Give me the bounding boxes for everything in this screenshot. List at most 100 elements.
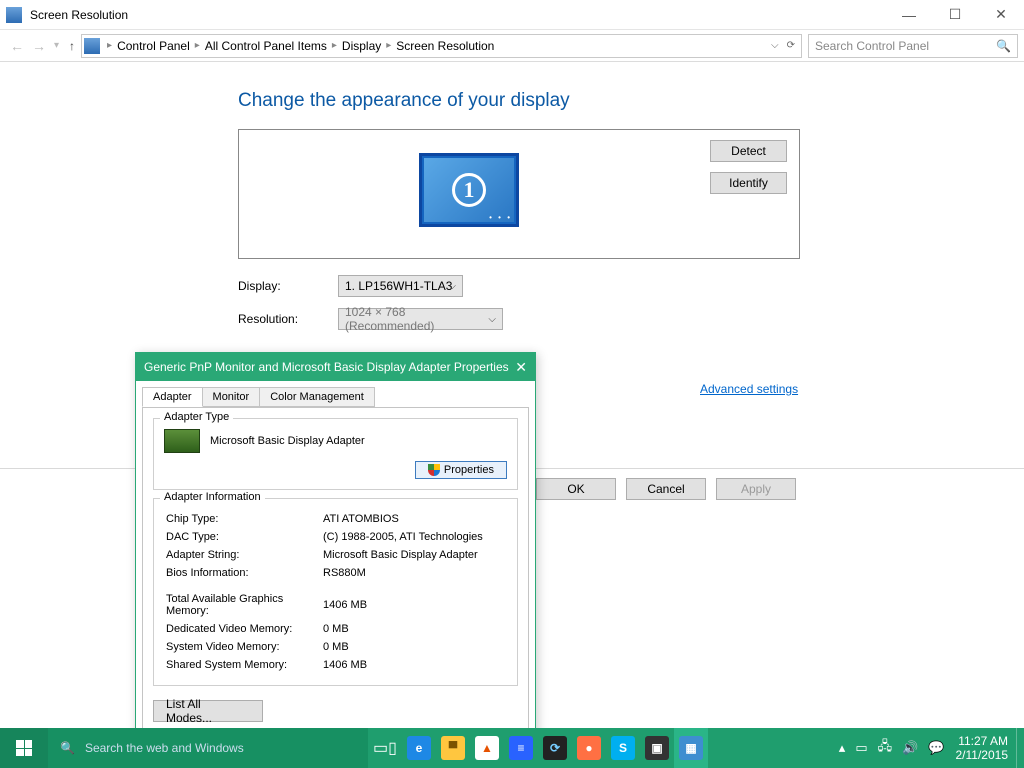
- properties-button[interactable]: Properties: [415, 461, 507, 479]
- adapter-info-group: Adapter Information Chip Type:ATI ATOMBI…: [153, 498, 518, 686]
- address-dropdown-icon[interactable]: ⌵: [771, 40, 779, 51]
- properties-label: Properties: [444, 464, 494, 476]
- dialog-close-button[interactable]: ✕: [515, 359, 527, 376]
- address-bar[interactable]: ▸ Control Panel ▸ All Control Panel Item…: [81, 34, 802, 58]
- ok-button[interactable]: OK: [536, 478, 616, 500]
- show-desktop-button[interactable]: [1016, 728, 1024, 768]
- skype-icon[interactable]: S: [606, 728, 640, 768]
- display-label: Display:: [238, 279, 338, 293]
- chevron-down-icon: ⌵: [488, 314, 496, 325]
- system-vid-value: 0 MB: [323, 639, 505, 655]
- taskbar-apps: ▭▯ e ▀ ▲ ≡ ⟳ ● S ▣ ▦: [368, 728, 708, 768]
- crumb-all-items[interactable]: All Control Panel Items: [203, 39, 329, 53]
- tab-adapter[interactable]: Adapter: [142, 387, 203, 407]
- action-center-icon[interactable]: 💬: [928, 740, 944, 756]
- app-icon: [6, 7, 22, 23]
- window-controls: — ☐ ✕: [886, 0, 1024, 30]
- clock-time: 11:27 AM: [956, 734, 1009, 748]
- windows-logo-icon: [16, 740, 32, 756]
- network-icon[interactable]: 🖧: [878, 737, 893, 759]
- taskbar: 🔍 Search the web and Windows ▭▯ e ▀ ▲ ≡ …: [0, 728, 1024, 768]
- nav-bar: ← → ▾ ↑ ▸ Control Panel ▸ All Control Pa…: [0, 30, 1024, 62]
- crumb-screen-resolution[interactable]: Screen Resolution: [394, 39, 496, 53]
- task-view-button[interactable]: ▭▯: [368, 728, 402, 768]
- start-button[interactable]: [0, 728, 48, 768]
- volume-icon[interactable]: 🔊: [902, 740, 918, 756]
- display-value: 1. LP156WH1-TLA3: [345, 279, 452, 293]
- crumb-control-panel[interactable]: Control Panel: [115, 39, 192, 53]
- resolution-value: 1024 × 768 (Recommended): [345, 305, 496, 333]
- chip-type-label: Chip Type:: [166, 511, 321, 527]
- detect-button[interactable]: Detect: [710, 140, 787, 162]
- ie-icon[interactable]: e: [402, 728, 436, 768]
- chevron-right-icon: ▸: [386, 40, 391, 51]
- chevron-right-icon: ▸: [332, 40, 337, 51]
- chevron-down-icon: ⌵: [448, 281, 456, 292]
- chevron-right-icon: ▸: [107, 40, 112, 51]
- dedicated-mem-value: 0 MB: [323, 621, 505, 637]
- resolution-row: Resolution: 1024 × 768 (Recommended) ⌵: [238, 308, 503, 330]
- adapter-info-legend: Adapter Information: [160, 491, 265, 503]
- list-all-modes-button[interactable]: List All Modes...: [153, 700, 263, 722]
- refresh-icon[interactable]: ⟳: [787, 40, 795, 51]
- recent-dropdown[interactable]: ▾: [54, 40, 59, 51]
- page-button-row: OK Cancel Apply: [536, 478, 796, 500]
- advanced-settings-link[interactable]: Advanced settings: [700, 382, 798, 396]
- identify-button[interactable]: Identify: [710, 172, 787, 194]
- bios-label: Bios Information:: [166, 565, 321, 581]
- window-title: Screen Resolution: [30, 8, 128, 22]
- taskbar-clock[interactable]: 11:27 AM 2/11/2015: [956, 734, 1009, 762]
- adapter-string-value: Microsoft Basic Display Adapter: [323, 547, 505, 563]
- file-explorer-icon[interactable]: ▀: [436, 728, 470, 768]
- control-panel-icon: [84, 38, 100, 54]
- dac-type-label: DAC Type:: [166, 529, 321, 545]
- page-heading: Change the appearance of your display: [238, 90, 1024, 112]
- display-select[interactable]: 1. LP156WH1-TLA3 ⌵: [338, 275, 463, 297]
- adapter-type-group: Adapter Type Microsoft Basic Display Ada…: [153, 418, 518, 490]
- crumb-display[interactable]: Display: [340, 39, 383, 53]
- adapter-type-legend: Adapter Type: [160, 411, 233, 423]
- vlc-icon[interactable]: ▲: [470, 728, 504, 768]
- up-button[interactable]: ↑: [69, 39, 75, 53]
- maximize-button[interactable]: ☐: [932, 0, 978, 30]
- adapter-string-label: Adapter String:: [166, 547, 321, 563]
- shared-mem-value: 1406 MB: [323, 657, 505, 673]
- store-icon[interactable]: ▣: [640, 728, 674, 768]
- app-icon-generic[interactable]: ⟳: [538, 728, 572, 768]
- firefox-icon[interactable]: ●: [572, 728, 606, 768]
- minimize-button[interactable]: —: [886, 0, 932, 30]
- total-mem-label: Total Available Graphics Memory:: [166, 583, 321, 619]
- search-icon: 🔍: [60, 741, 75, 755]
- monitor-thumbnail[interactable]: 1 • • •: [419, 153, 519, 227]
- graphics-card-icon: [164, 429, 200, 453]
- system-tray: ▴ ▭ 🖧 🔊 💬 11:27 AM 2/11/2015: [834, 728, 1024, 768]
- tray-overflow-icon[interactable]: ▴: [839, 740, 846, 756]
- back-button[interactable]: ←: [10, 38, 24, 54]
- search-placeholder: Search Control Panel: [815, 39, 929, 53]
- adapter-properties-dialog: Generic PnP Monitor and Microsoft Basic …: [135, 352, 536, 768]
- dac-type-value: (C) 1988-2005, ATI Technologies: [323, 529, 505, 545]
- close-button[interactable]: ✕: [978, 0, 1024, 30]
- resolution-select[interactable]: 1024 × 768 (Recommended) ⌵: [338, 308, 503, 330]
- tab-color-management[interactable]: Color Management: [259, 387, 375, 407]
- bios-value: RS880M: [323, 565, 505, 581]
- shared-mem-label: Shared System Memory:: [166, 657, 321, 673]
- search-input[interactable]: Search Control Panel 🔍: [808, 34, 1018, 58]
- chip-type-value: ATI ATOMBIOS: [323, 511, 505, 527]
- forward-button[interactable]: →: [32, 38, 46, 54]
- dialog-title: Generic PnP Monitor and Microsoft Basic …: [144, 360, 509, 374]
- dedicated-mem-label: Dedicated Video Memory:: [166, 621, 321, 637]
- battery-icon[interactable]: ▭: [855, 740, 867, 756]
- resolution-label: Resolution:: [238, 312, 338, 326]
- tab-monitor[interactable]: Monitor: [202, 387, 261, 407]
- dialog-titlebar[interactable]: Generic PnP Monitor and Microsoft Basic …: [136, 353, 535, 381]
- cancel-button[interactable]: Cancel: [626, 478, 706, 500]
- control-panel-task-icon[interactable]: ▦: [674, 728, 708, 768]
- taskbar-search[interactable]: 🔍 Search the web and Windows: [48, 728, 368, 768]
- monitor-dots-icon: • • •: [489, 213, 512, 222]
- display-preview-box: 1 • • • Detect Identify: [238, 129, 800, 259]
- reader-icon[interactable]: ≡: [504, 728, 538, 768]
- tab-body-adapter: Adapter Type Microsoft Basic Display Ada…: [142, 407, 529, 733]
- page-body: Change the appearance of your display 1 …: [0, 62, 1024, 112]
- apply-button[interactable]: Apply: [716, 478, 796, 500]
